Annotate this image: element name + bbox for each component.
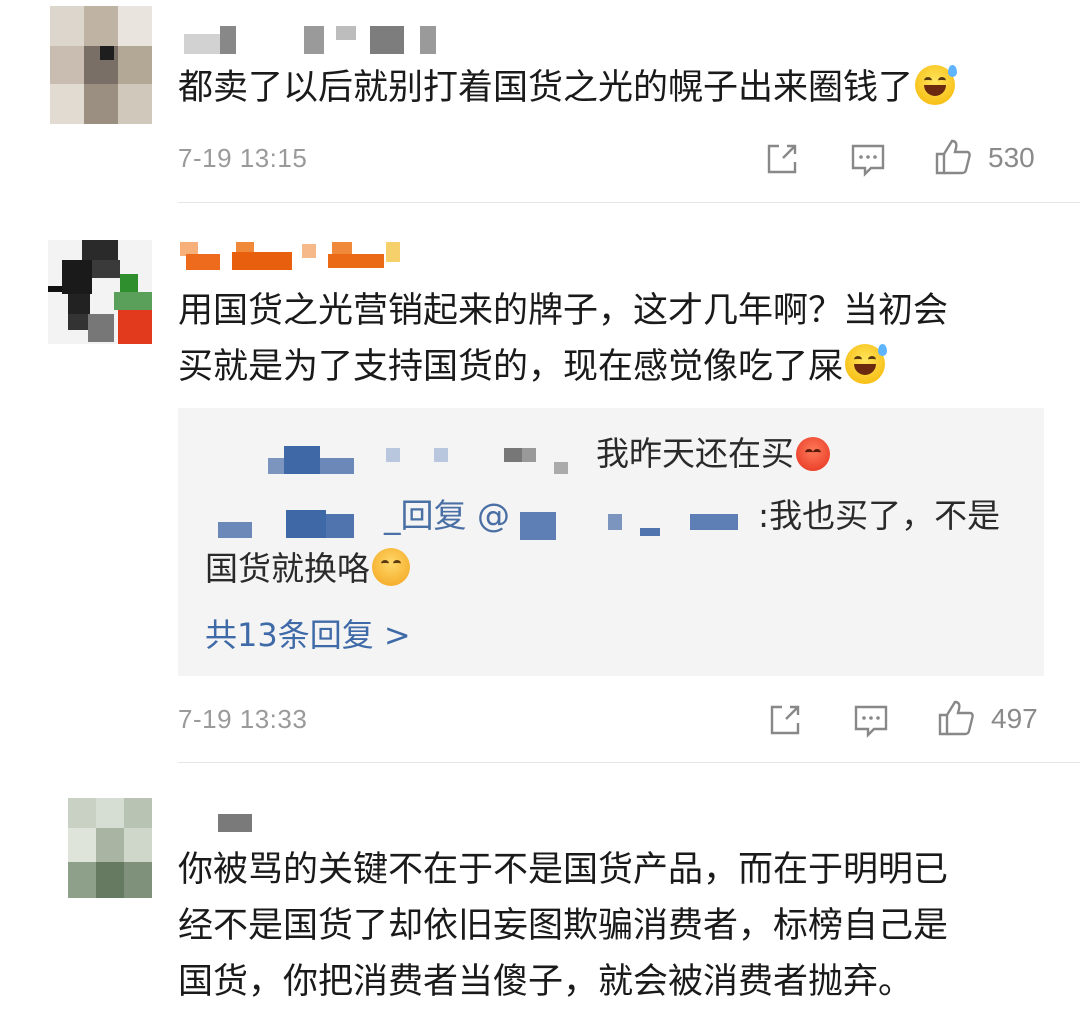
timestamp: 7-19 13:15	[178, 143, 308, 173]
angry-face-emoji-icon	[796, 437, 830, 471]
comment-text: 用国货之光营销起来的牌子，这才几年啊？当初会 买就是为了支持国货的，现在感觉像吃…	[178, 291, 949, 387]
avatar[interactable]	[48, 240, 152, 344]
view-all-replies-link[interactable]: 共13条回复 >	[205, 610, 411, 656]
comment-icon[interactable]	[852, 701, 890, 739]
thumbs-up-icon[interactable]	[937, 699, 975, 737]
like-count: 530	[988, 142, 1035, 173]
reply-text: :我也买了，不是	[758, 496, 1001, 535]
username-redacted[interactable]	[180, 240, 420, 276]
divider	[178, 762, 1080, 763]
blowing-kiss-emoji-icon	[372, 548, 410, 586]
thumbs-up-icon[interactable]	[934, 138, 972, 176]
timestamp: 7-19 13:33	[178, 704, 308, 734]
username-redacted[interactable]	[184, 20, 444, 60]
reply-mention[interactable]: _回复 @	[384, 488, 510, 544]
comment-icon[interactable]	[849, 140, 887, 178]
grinning-sweat-emoji-icon	[915, 65, 958, 105]
like-count: 497	[991, 703, 1038, 734]
divider	[178, 202, 1080, 203]
reply-username-redacted[interactable]	[268, 440, 588, 480]
comment-text: 你被骂的关键不在于不是国货产品，而在于明明已 经不是国货了却依旧妄图欺骗消费者，…	[178, 850, 949, 1002]
username-redacted[interactable]	[218, 814, 258, 834]
reply-text-continued: 国货就换咯	[205, 541, 410, 597]
share-icon[interactable]	[766, 701, 804, 739]
reply-text: 我昨天还在买	[596, 426, 830, 482]
share-icon[interactable]	[763, 140, 801, 178]
reply-username-redacted[interactable]	[218, 500, 408, 542]
comment-text: 都卖了以后就别打着国货之光的幌子出来圈钱了	[178, 60, 1058, 116]
mention-username-redacted[interactable]	[520, 506, 760, 542]
avatar[interactable]	[68, 798, 152, 898]
grinning-sweat-emoji-icon	[845, 344, 888, 384]
avatar[interactable]	[50, 6, 152, 124]
